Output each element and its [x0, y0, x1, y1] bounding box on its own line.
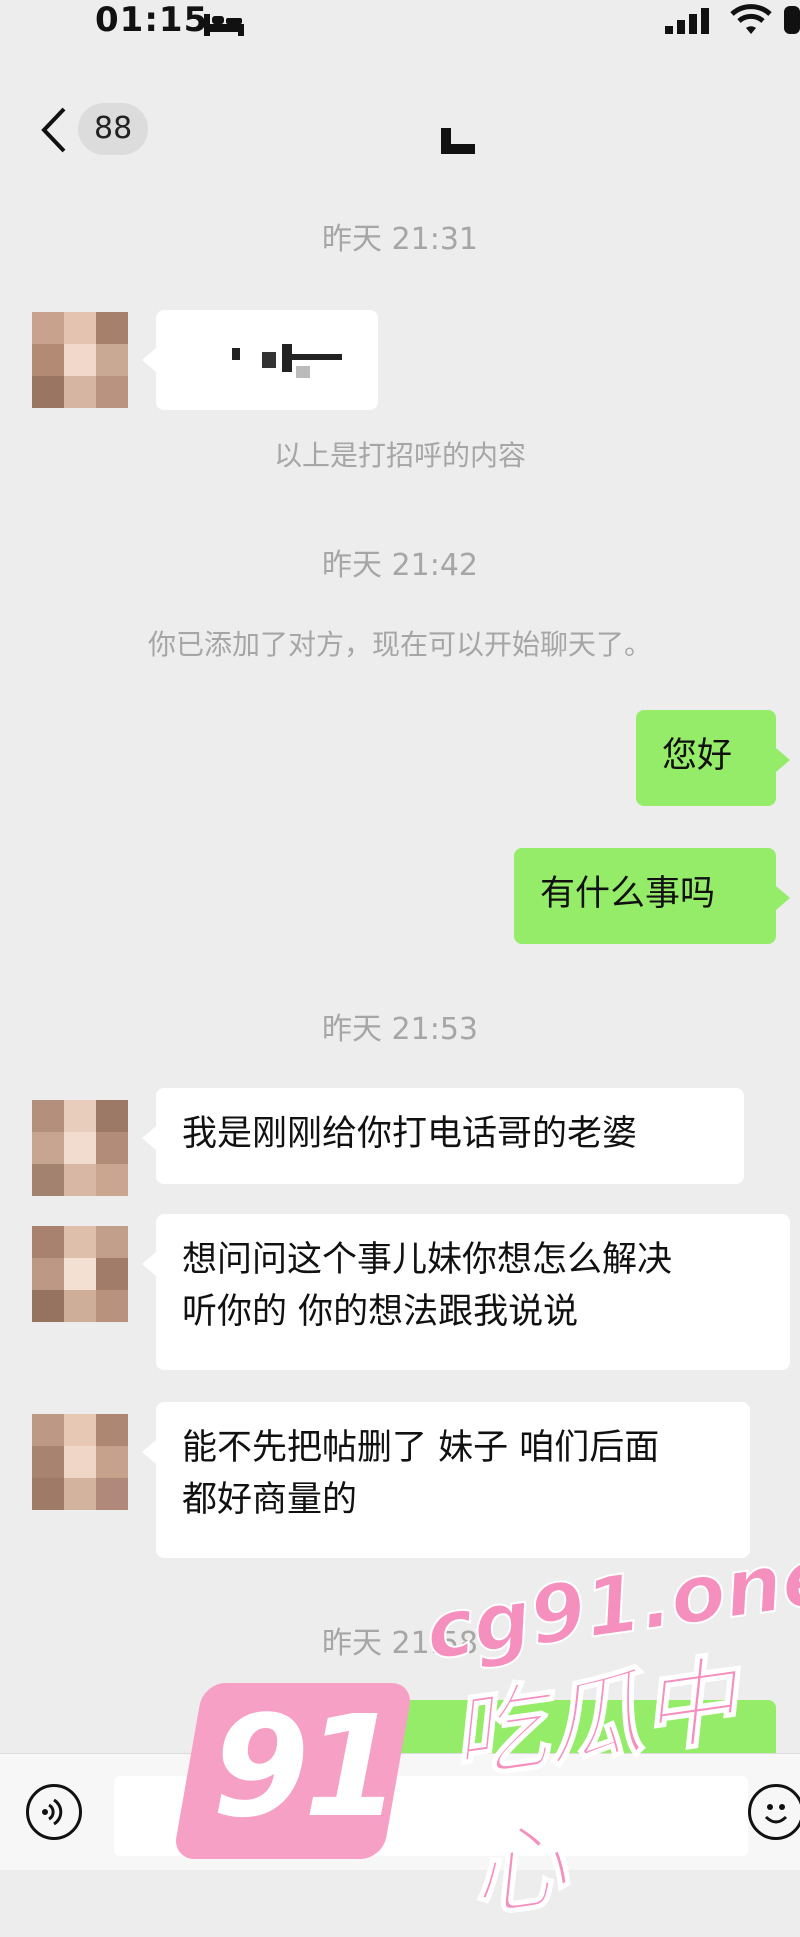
- emoji-icon: [764, 1804, 788, 1824]
- outgoing-message-bubble[interactable]: [396, 1700, 776, 1754]
- redacted-message-bubble[interactable]: [142, 310, 378, 410]
- message-text-line: 听你的 你的想法跟我说说: [182, 1292, 579, 1332]
- incoming-message-bubble[interactable]: 能不先把帖删了 妹子 咱们后面 都好商量的: [142, 1402, 750, 1558]
- message-timestamp: 昨天 21:58: [322, 1626, 478, 1661]
- voice-input-button[interactable]: [26, 1784, 82, 1840]
- signal-icon: [665, 8, 709, 34]
- sleep-mode-icon: [204, 14, 244, 36]
- status-time: 01:15: [95, 0, 209, 40]
- wifi-icon: [730, 4, 772, 34]
- message-input[interactable]: [114, 1776, 748, 1856]
- redacted-message-content: [232, 344, 342, 378]
- contact-avatar[interactable]: [32, 1100, 128, 1196]
- unread-count-badge[interactable]: 88: [78, 103, 149, 155]
- message-timestamp: 昨天 21:53: [322, 1012, 478, 1047]
- message-text-line: 能不先把帖删了 妹子 咱们后面: [182, 1428, 660, 1468]
- friend-added-notice: 你已添加了对方，现在可以开始聊天了。: [147, 628, 652, 661]
- outgoing-message-bubble[interactable]: 有什么事吗: [514, 848, 790, 944]
- contact-avatar[interactable]: [32, 1414, 128, 1510]
- contact-avatar[interactable]: [32, 312, 128, 408]
- message-text-line: 想问问这个事儿妹你想怎么解决: [182, 1240, 673, 1280]
- message-timestamp: 昨天 21:42: [322, 548, 478, 583]
- message-text: 有什么事吗: [540, 874, 716, 914]
- incoming-message-bubble[interactable]: 想问问这个事儿妹你想怎么解决 听你的 你的想法跟我说说: [142, 1214, 790, 1370]
- message-text: 您好: [662, 736, 733, 776]
- outgoing-message-bubble[interactable]: 您好: [636, 710, 790, 806]
- message-text: 我是刚刚给你打电话哥的老婆: [182, 1114, 638, 1154]
- chat-header: 88: [0, 95, 800, 165]
- battery-icon: [784, 6, 800, 34]
- chat-input-bar: [0, 1753, 800, 1870]
- contact-avatar[interactable]: [32, 1226, 128, 1322]
- message-text-line: 都好商量的: [182, 1480, 358, 1520]
- voice-icon: [42, 1798, 63, 1826]
- incoming-message-bubble[interactable]: 我是刚刚给你打电话哥的老婆: [142, 1088, 744, 1184]
- status-bar: 01:15: [0, 0, 800, 60]
- message-timestamp: 昨天 21:31: [322, 222, 478, 257]
- back-arrow-icon[interactable]: [36, 105, 76, 155]
- emoji-button[interactable]: [748, 1784, 800, 1840]
- contact-name-redacted: [441, 128, 475, 154]
- system-notice: 以上是打招呼的内容: [273, 439, 526, 472]
